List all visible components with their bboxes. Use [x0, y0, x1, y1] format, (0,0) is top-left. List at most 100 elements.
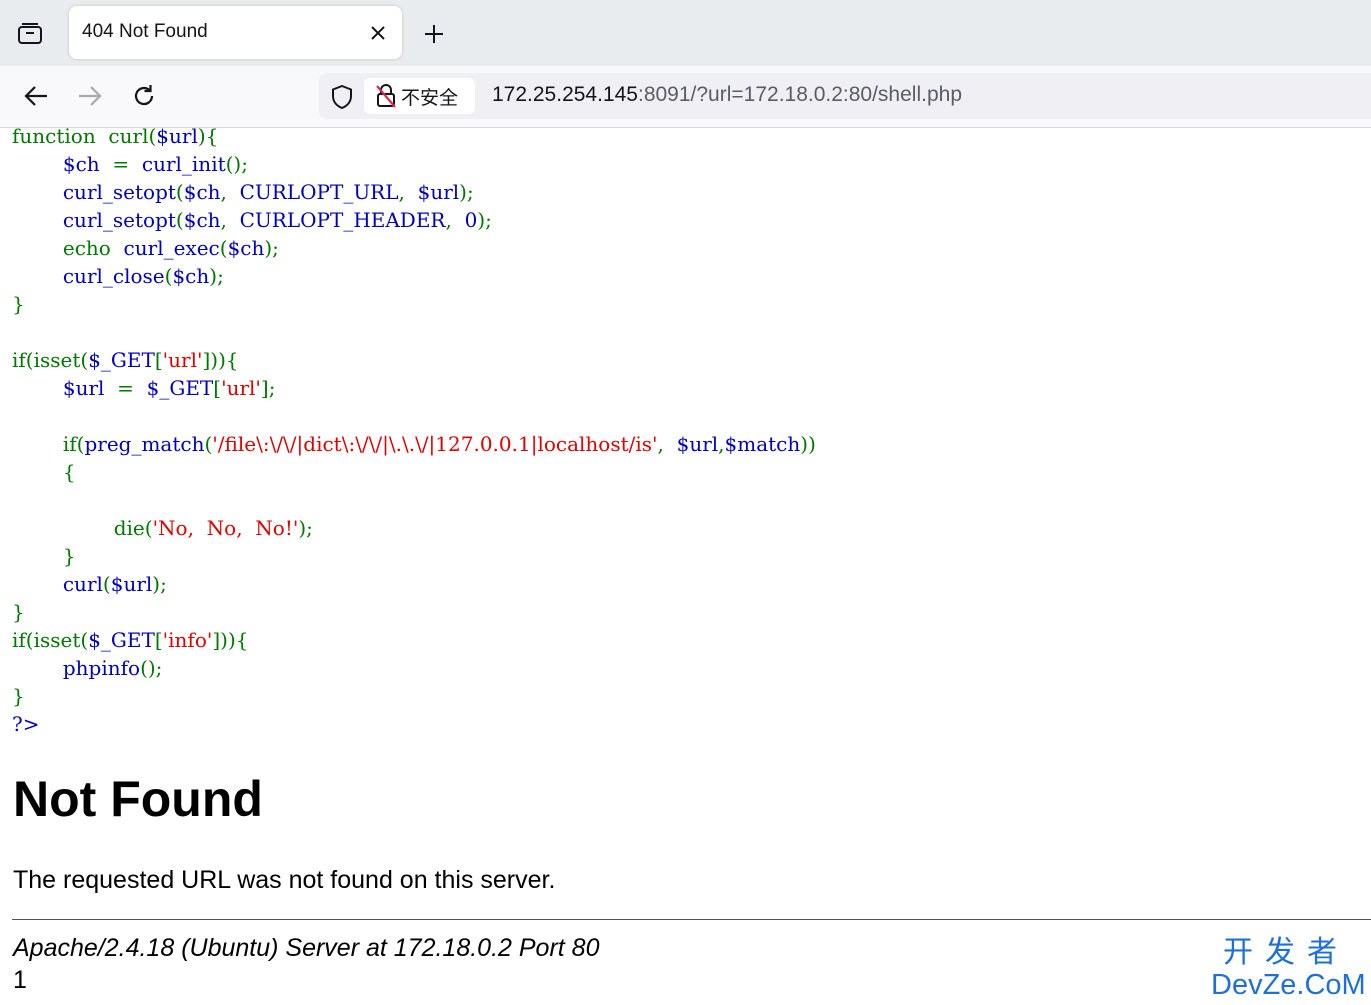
code-token: function curl( [12, 124, 157, 148]
tab-strip: 404 Not Found [0, 0, 1371, 66]
code-token: phpinfo [62, 656, 141, 680]
code-token: ); [459, 180, 474, 204]
code-token: , [657, 432, 677, 456]
close-icon[interactable] [367, 22, 389, 44]
code-line: echo curl_exec($ch); [12, 234, 816, 262]
code-token: $url [110, 572, 153, 596]
code-token: ( [219, 236, 228, 260]
url-bar[interactable]: 不安全 172.25.254.145:8091/?url=172.18.0.2:… [319, 73, 1371, 119]
watermark-logo: 开发者 DevZe.CoM [1211, 935, 1366, 1001]
code-token: ); [477, 208, 492, 232]
code-line: } [12, 598, 816, 626]
code-line: curl_close($ch); [12, 262, 816, 290]
code-token: )) [800, 432, 816, 456]
code-token: CURLOPT_HEADER [239, 208, 446, 232]
code-token: curl_init [141, 152, 226, 176]
code-token: $url [156, 124, 198, 148]
code-token: '/file\:\/\/|dict\:\/\/|\.\.\/|127.0.0.1… [212, 432, 658, 456]
url-text[interactable]: 172.25.254.145:8091/?url=172.18.0.2:80/s… [492, 83, 962, 107]
code-token: } [12, 684, 25, 708]
code-token: echo [12, 236, 124, 260]
browser-tab[interactable]: 404 Not Found [69, 6, 402, 59]
code-token: if(isset( [12, 348, 89, 372]
back-arrow-icon[interactable] [19, 79, 53, 113]
code-line: if(isset($_GET['info'])){ [12, 626, 816, 654]
code-line: function curl($url){ [12, 122, 816, 150]
code-token: (); [225, 152, 248, 176]
code-line: curl_setopt($ch, CURLOPT_URL, $url); [12, 178, 816, 206]
code-token: , [220, 180, 240, 204]
code-token: if( [12, 432, 85, 456]
error-message: The requested URL was not found on this … [13, 866, 556, 894]
code-line: if(preg_match('/file\:\/\/|dict\:\/\/|\.… [12, 430, 816, 458]
code-token: ?> [12, 712, 40, 736]
code-token: $_GET [88, 348, 155, 372]
code-token: $url [676, 432, 719, 456]
navigation-bar: 不安全 172.25.254.145:8091/?url=172.18.0.2:… [0, 66, 1371, 128]
page-heading: Not Found [13, 771, 263, 827]
code-token: ]; [260, 376, 276, 400]
code-token: curl_exec [123, 236, 220, 260]
code-line: } [12, 542, 816, 570]
code-line: die('No, No, No!'); [12, 514, 816, 542]
plus-icon[interactable] [420, 20, 448, 48]
code-token: curl_setopt [62, 208, 176, 232]
code-token: ); [152, 572, 167, 596]
code-token: $ch [183, 180, 221, 204]
watermark-cn: 开发者 [1223, 935, 1349, 970]
code-token: curl [62, 572, 103, 596]
forward-arrow-icon[interactable] [73, 79, 107, 113]
code-token: $ch [62, 152, 113, 176]
server-signature: Apache/2.4.18 (Ubuntu) Server at 172.18.… [13, 934, 600, 962]
shield-icon[interactable] [329, 84, 355, 110]
code-token: $_GET [88, 628, 155, 652]
code-token: 0 [464, 208, 478, 232]
code-token: ])){ [202, 348, 239, 372]
code-line: { [12, 458, 816, 486]
code-token: { [12, 460, 76, 484]
code-line: phpinfo(); [12, 654, 816, 682]
code-token: , [220, 208, 240, 232]
code-token: [ [154, 348, 163, 372]
code-token: $url [417, 180, 460, 204]
code-line: } [12, 290, 816, 318]
code-token: curl_setopt [62, 180, 176, 204]
code-token: die( [12, 516, 153, 540]
code-token: [ [213, 376, 222, 400]
code-line: curl_setopt($ch, CURLOPT_HEADER, 0); [12, 206, 816, 234]
connection-security-button[interactable]: 不安全 [364, 78, 475, 114]
code-token: ); [264, 236, 279, 260]
code-token: ])){ [212, 628, 249, 652]
code-token: curl_close [62, 264, 165, 288]
code-token: } [12, 600, 25, 624]
tab-title: 404 Not Found [82, 21, 208, 42]
code-token: ( [175, 208, 184, 232]
code-token: = [117, 376, 147, 400]
code-token: ){ [197, 124, 219, 148]
code-token: ( [175, 180, 184, 204]
code-token: ( [102, 572, 111, 596]
code-token: 'No, No, No!' [152, 516, 299, 540]
tab-manager-icon[interactable] [12, 17, 48, 51]
code-token: 'url' [221, 376, 261, 400]
code-line: if(isset($_GET['url'])){ [12, 346, 816, 374]
reload-icon[interactable] [127, 79, 161, 113]
code-token: 'info' [162, 628, 213, 652]
code-token: = [112, 152, 142, 176]
url-path: :8091/?url=172.18.0.2:80/shell.php [637, 83, 962, 106]
code-token: (); [140, 656, 163, 680]
insecure-label: 不安全 [401, 86, 459, 109]
code-token: preg_match [84, 432, 205, 456]
code-token: [ [154, 628, 163, 652]
code-line: ?> [12, 710, 816, 738]
php-source-code: function curl($url){ $ch = curl_init(); … [12, 122, 816, 738]
code-token: $ch [172, 264, 210, 288]
